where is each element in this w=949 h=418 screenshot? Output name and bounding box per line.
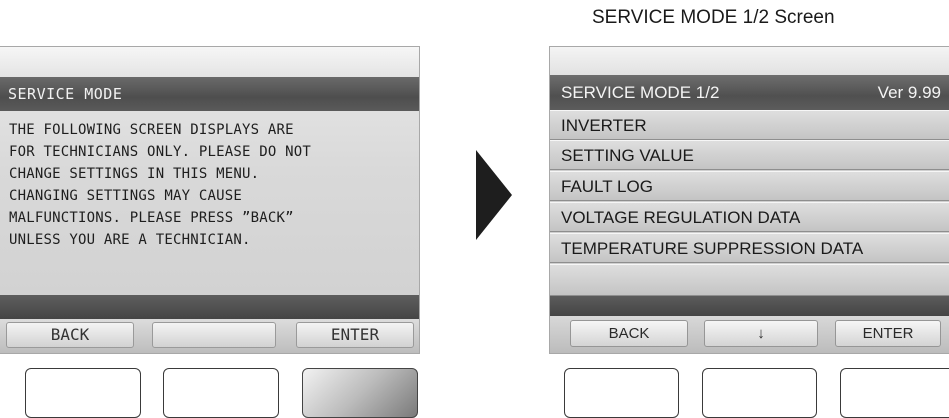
enter-softkey[interactable]: ENTER	[296, 322, 414, 348]
softkey-row: BACK ↓ ENTER	[550, 316, 949, 353]
menu-item-temperature-suppression-data[interactable]: TEMPERATURE SUPPRESSION DATA	[550, 233, 949, 263]
screen-title: SERVICE MODE 1/2	[561, 83, 720, 102]
service-mode-warning-screen: SERVICE MODE THE FOLLOWING SCREEN DISPLA…	[0, 46, 420, 354]
down-arrow-softkey[interactable]: ↓	[704, 320, 818, 347]
menu-item-setting-value[interactable]: SETTING VALUE	[550, 140, 949, 170]
menu-item-fault-log[interactable]: FAULT LOG	[550, 171, 949, 201]
screen-caption: SERVICE MODE 1/2 Screen	[592, 7, 835, 28]
hardware-button-middle[interactable]	[702, 368, 817, 418]
menu-item-voltage-regulation-data[interactable]: VOLTAGE REGULATION DATA	[550, 202, 949, 232]
enter-softkey[interactable]: ENTER	[835, 320, 941, 347]
screen-title-bar: SERVICE MODE 1/2 Ver 9.99	[550, 75, 949, 110]
blank-softkey[interactable]	[152, 322, 276, 348]
hardware-button-right[interactable]	[840, 368, 949, 418]
warning-line: CHANGING SETTINGS MAY CAUSE	[9, 188, 242, 204]
back-softkey[interactable]: BACK	[6, 322, 134, 348]
back-softkey[interactable]: BACK	[570, 320, 688, 347]
warning-line: UNLESS YOU ARE A TECHNICIAN.	[9, 232, 251, 248]
bottom-bar	[0, 295, 419, 319]
hardware-button-left[interactable]	[25, 368, 141, 418]
status-strip	[550, 47, 949, 75]
play-arrow-icon	[476, 150, 512, 240]
menu-item-inverter[interactable]: INVERTER	[550, 110, 949, 140]
warning-line: MALFUNCTIONS. PLEASE PRESS ”BACK”	[9, 210, 294, 226]
status-strip	[0, 47, 419, 77]
warning-message: THE FOLLOWING SCREEN DISPLAYS ARE FOR TE…	[9, 119, 409, 251]
hardware-button-right-pressed[interactable]	[302, 368, 418, 418]
bottom-bar	[550, 296, 949, 316]
warning-line: THE FOLLOWING SCREEN DISPLAYS ARE	[9, 122, 294, 138]
hardware-button-middle[interactable]	[163, 368, 279, 418]
screen-title: SERVICE MODE	[0, 77, 419, 111]
softkey-row: BACK ENTER	[0, 319, 419, 353]
service-mode-menu-screen: SERVICE MODE 1/2 Ver 9.99 INVERTER SETTI…	[549, 46, 949, 354]
version-label: Ver 9.99	[877, 83, 941, 102]
warning-line: CHANGE SETTINGS IN THIS MENU.	[9, 166, 260, 182]
menu-item-empty	[550, 264, 949, 296]
hardware-button-left[interactable]	[564, 368, 679, 418]
warning-line: FOR TECHNICIANS ONLY. PLEASE DO NOT	[9, 144, 312, 160]
